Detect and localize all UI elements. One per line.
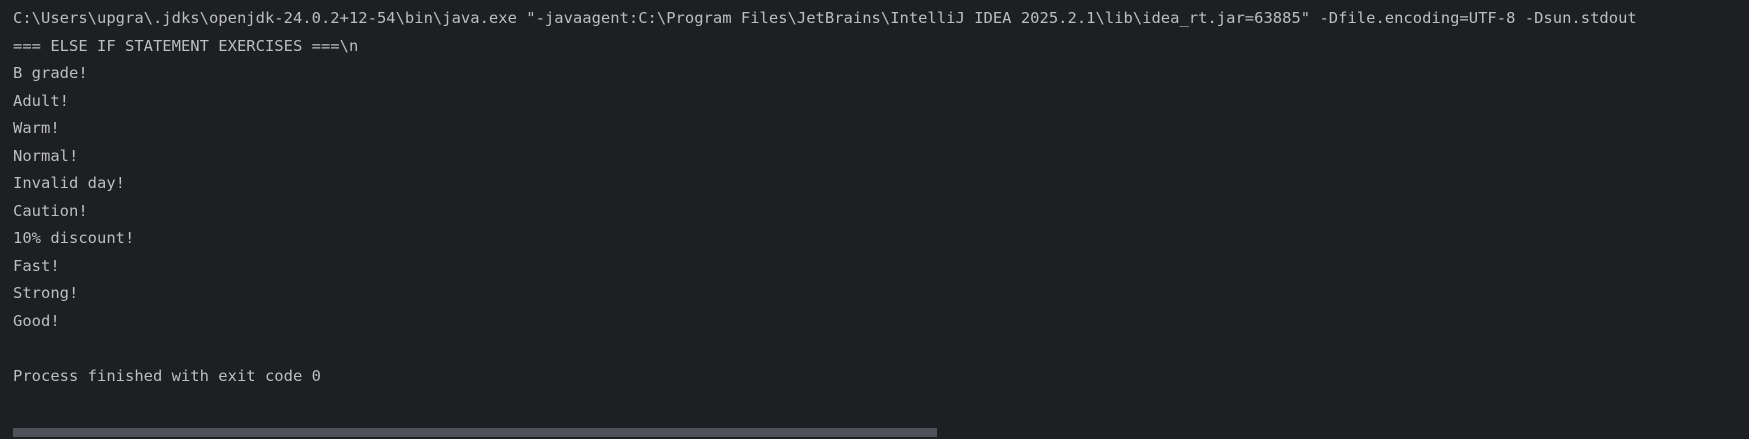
command-line: C:\Users\upgra\.jdks\openjdk-24.0.2+12-5… <box>13 9 1637 27</box>
output-line: === ELSE IF STATEMENT EXERCISES ===\n <box>13 36 359 55</box>
exit-message: Process finished with exit code 0 <box>13 366 321 385</box>
output-line: Normal! <box>13 146 79 165</box>
output-line: Warm! <box>13 119 60 137</box>
output-line: Good! <box>13 311 60 330</box>
run-console[interactable]: C:\Users\upgra\.jdks\openjdk-24.0.2+12-5… <box>0 0 1749 439</box>
output-line: Strong! <box>13 284 79 302</box>
horizontal-scrollbar[interactable] <box>0 425 1749 439</box>
output-line: Invalid day! <box>13 174 125 192</box>
output-line: 10% discount! <box>13 229 135 247</box>
output-line: Adult! <box>13 91 69 110</box>
console-output: C:\Users\upgra\.jdks\openjdk-24.0.2+12-5… <box>13 5 1749 390</box>
output-line: Fast! <box>13 256 60 275</box>
output-line: B grade! <box>13 64 88 82</box>
scrollbar-thumb[interactable] <box>13 428 937 437</box>
output-line: Caution! <box>13 201 88 220</box>
